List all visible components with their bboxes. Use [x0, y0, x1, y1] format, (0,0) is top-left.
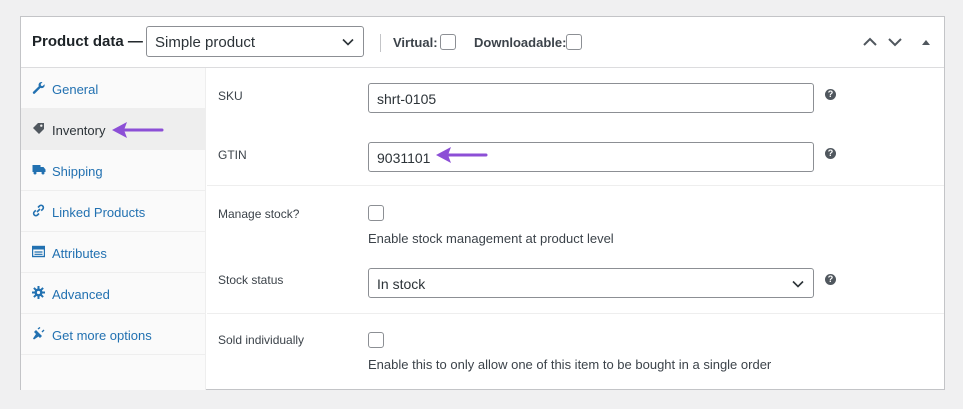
tab-linked-products-label: Linked Products [52, 205, 146, 220]
product-type-value: Simple product [155, 34, 256, 51]
tab-advanced[interactable]: Advanced [21, 273, 205, 314]
table-icon [31, 245, 46, 258]
stock-status-help-icon[interactable]: ? [825, 274, 836, 285]
wrench-icon [32, 81, 45, 94]
chevron-down-icon [791, 277, 805, 294]
annotation-arrow-icon [112, 122, 164, 138]
sku-input[interactable]: shrt-0105 [368, 83, 814, 113]
downloadable-checkbox[interactable] [566, 34, 582, 50]
tab-attributes[interactable]: Attributes [21, 232, 205, 273]
tab-advanced-label: Advanced [52, 287, 110, 302]
sku-help-icon[interactable]: ? [825, 89, 836, 100]
downloadable-label: Downloadable: [474, 35, 567, 50]
section-divider [207, 313, 944, 314]
triangle-up-icon [922, 40, 930, 45]
virtual-label: Virtual: [393, 35, 438, 50]
manage-stock-checkbox[interactable] [368, 205, 384, 221]
sold-individually-checkbox[interactable] [368, 332, 384, 348]
toggle-panel-button[interactable] [920, 36, 932, 54]
virtual-checkbox[interactable] [440, 34, 456, 50]
manage-stock-label: Manage stock? [218, 207, 300, 221]
panel-title: Product data — [32, 33, 143, 50]
stock-status-value: In stock [377, 276, 426, 292]
header-divider [380, 34, 381, 52]
sold-individually-label: Sold individually [218, 333, 305, 347]
tab-attributes-label: Attributes [52, 246, 107, 261]
link-icon [32, 204, 45, 217]
truck-icon [32, 163, 46, 176]
inventory-panel: SKU shrt-0105 ? GTIN 9031101 ? Manage st… [207, 68, 944, 390]
move-down-button[interactable] [887, 34, 903, 55]
tab-inventory-label: Inventory [52, 123, 106, 138]
sold-individually-description: Enable this to only allow one of this it… [368, 357, 772, 372]
plugin-icon [32, 326, 45, 340]
manage-stock-description: Enable stock management at product level [368, 231, 614, 246]
gtin-help-icon[interactable]: ? [825, 148, 836, 159]
chevron-down-icon [341, 35, 355, 53]
annotation-arrow-icon [436, 147, 488, 163]
tab-general[interactable]: General [21, 68, 205, 109]
section-divider [207, 185, 944, 186]
gtin-label: GTIN [218, 148, 247, 162]
chevron-up-icon [863, 37, 877, 46]
tab-shipping-label: Shipping [52, 164, 103, 179]
chevron-down-icon [888, 38, 902, 47]
panel-header: Product data — Simple product Virtual: D… [21, 17, 944, 68]
tab-get-more-options[interactable]: Get more options [21, 314, 205, 355]
product-data-tabs: General Inventory Shipping Linked Produc… [21, 68, 206, 390]
move-up-button[interactable] [862, 34, 878, 55]
gear-icon [32, 286, 45, 299]
tab-shipping[interactable]: Shipping [21, 150, 205, 191]
stock-status-select[interactable]: In stock [368, 268, 814, 298]
tab-get-more-options-label: Get more options [52, 328, 152, 343]
tab-linked-products[interactable]: Linked Products [21, 191, 205, 232]
product-data-panel: Product data — Simple product Virtual: D… [20, 16, 945, 390]
stock-status-label: Stock status [218, 273, 284, 287]
tag-icon [32, 122, 45, 135]
product-type-select[interactable]: Simple product [146, 26, 364, 57]
tab-general-label: General [52, 82, 99, 97]
sku-label: SKU [218, 89, 243, 103]
